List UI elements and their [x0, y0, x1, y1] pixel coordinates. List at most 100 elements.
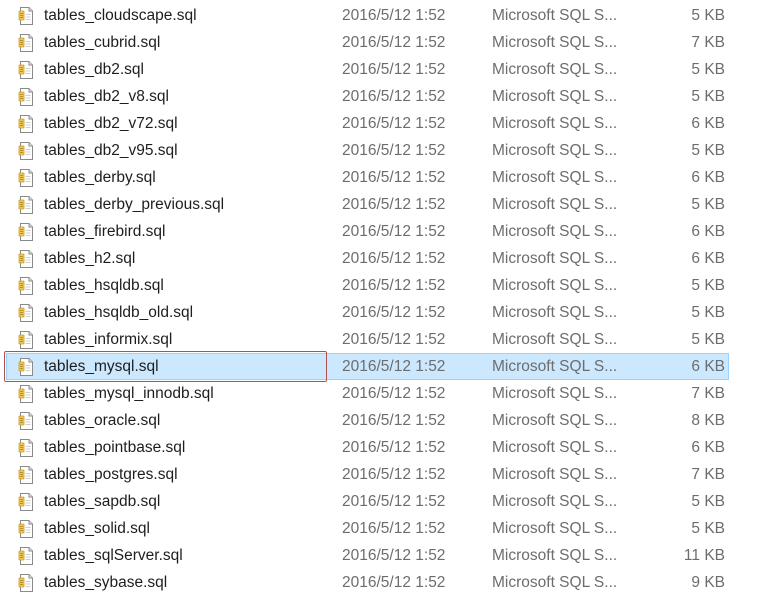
file-name: tables_hsqldb_old.sql [44, 304, 194, 321]
sql-file-icon [18, 412, 33, 430]
file-row-tables-mysql-sql[interactable]: tables_mysql.sql 2016/5/12 1:52 Microsof… [0, 351, 771, 382]
file-name: tables_db2_v8.sql [44, 88, 169, 105]
file-row-tables-db2-v8-sql[interactable]: tables_db2_v8.sql 2016/5/12 1:52 Microso… [0, 83, 771, 110]
file-type: Microsoft SQL S... [492, 412, 618, 429]
file-size: 7 KB [691, 466, 725, 483]
file-type: Microsoft SQL S... [492, 520, 618, 537]
file-type: Microsoft SQL S... [492, 88, 618, 105]
file-type: Microsoft SQL S... [492, 223, 618, 240]
file-date-modified: 2016/5/12 1:52 [342, 412, 446, 429]
file-size: 5 KB [691, 7, 725, 24]
file-size: 6 KB [691, 439, 725, 456]
file-name: tables_informix.sql [44, 331, 173, 348]
file-date-modified: 2016/5/12 1:52 [342, 385, 446, 402]
sql-file-icon [18, 547, 33, 565]
file-size: 5 KB [691, 61, 725, 78]
file-type: Microsoft SQL S... [492, 34, 618, 51]
sql-file-icon [18, 34, 33, 52]
sql-file-icon [18, 439, 33, 457]
file-type: Microsoft SQL S... [492, 385, 618, 402]
file-name: tables_mysql.sql [44, 358, 159, 375]
file-size: 6 KB [691, 115, 725, 132]
file-date-modified: 2016/5/12 1:52 [342, 169, 446, 186]
file-type: Microsoft SQL S... [492, 277, 618, 294]
sql-file-icon [18, 574, 33, 592]
file-name: tables_sybase.sql [44, 574, 168, 591]
file-type: Microsoft SQL S... [492, 250, 618, 267]
file-row-tables-derby-sql[interactable]: tables_derby.sql 2016/5/12 1:52 Microsof… [0, 164, 771, 191]
file-row-tables-sqlserver-sql[interactable]: tables_sqlServer.sql 2016/5/12 1:52 Micr… [0, 542, 771, 569]
file-date-modified: 2016/5/12 1:52 [342, 574, 446, 591]
file-row-tables-hsqldb-old-sql[interactable]: tables_hsqldb_old.sql 2016/5/12 1:52 Mic… [0, 299, 771, 326]
file-size: 11 KB [683, 547, 725, 564]
file-name: tables_sqlServer.sql [44, 547, 183, 564]
file-size: 7 KB [691, 385, 725, 402]
file-type: Microsoft SQL S... [492, 115, 618, 132]
file-date-modified: 2016/5/12 1:52 [342, 142, 446, 159]
sql-file-icon [18, 385, 33, 403]
file-name: tables_solid.sql [44, 520, 150, 537]
sql-file-icon [18, 493, 33, 511]
file-name: tables_h2.sql [44, 250, 136, 267]
file-row-tables-firebird-sql[interactable]: tables_firebird.sql 2016/5/12 1:52 Micro… [0, 218, 771, 245]
sql-file-icon [18, 466, 33, 484]
file-size: 5 KB [691, 277, 725, 294]
file-row-tables-mysql-innodb-sql[interactable]: tables_mysql_innodb.sql 2016/5/12 1:52 M… [0, 380, 771, 407]
sql-file-icon [18, 196, 33, 214]
file-size: 6 KB [691, 169, 725, 186]
sql-file-icon [18, 358, 33, 376]
file-type: Microsoft SQL S... [492, 466, 618, 483]
sql-file-icon [18, 250, 33, 268]
file-name: tables_db2_v72.sql [44, 115, 178, 132]
file-name: tables_db2_v95.sql [44, 142, 178, 159]
file-row-tables-sapdb-sql[interactable]: tables_sapdb.sql 2016/5/12 1:52 Microsof… [0, 488, 771, 515]
file-row-tables-solid-sql[interactable]: tables_solid.sql 2016/5/12 1:52 Microsof… [0, 515, 771, 542]
sql-file-icon [18, 520, 33, 538]
file-date-modified: 2016/5/12 1:52 [342, 466, 446, 483]
file-type: Microsoft SQL S... [492, 358, 618, 375]
file-date-modified: 2016/5/12 1:52 [342, 223, 446, 240]
sql-file-icon [18, 277, 33, 295]
file-date-modified: 2016/5/12 1:52 [342, 196, 446, 213]
file-row-tables-cloudscape-sql[interactable]: tables_cloudscape.sql 2016/5/12 1:52 Mic… [0, 2, 771, 29]
sql-file-icon [18, 7, 33, 25]
file-type: Microsoft SQL S... [492, 7, 618, 24]
file-name: tables_firebird.sql [44, 223, 166, 240]
file-date-modified: 2016/5/12 1:52 [342, 34, 446, 51]
file-date-modified: 2016/5/12 1:52 [342, 439, 446, 456]
sql-file-icon [18, 304, 33, 322]
file-list: tables_cloudscape.sql 2016/5/12 1:52 Mic… [0, 2, 771, 596]
file-size: 5 KB [691, 142, 725, 159]
file-row-tables-hsqldb-sql[interactable]: tables_hsqldb.sql 2016/5/12 1:52 Microso… [0, 272, 771, 299]
file-row-tables-db2-v72-sql[interactable]: tables_db2_v72.sql 2016/5/12 1:52 Micros… [0, 110, 771, 137]
file-name: tables_sapdb.sql [44, 493, 161, 510]
file-date-modified: 2016/5/12 1:52 [342, 358, 446, 375]
file-row-tables-derby-previous-sql[interactable]: tables_derby_previous.sql 2016/5/12 1:52… [0, 191, 771, 218]
sql-file-icon [18, 331, 33, 349]
file-row-tables-pointbase-sql[interactable]: tables_pointbase.sql 2016/5/12 1:52 Micr… [0, 434, 771, 461]
file-row-tables-oracle-sql[interactable]: tables_oracle.sql 2016/5/12 1:52 Microso… [0, 407, 771, 434]
file-row-tables-informix-sql[interactable]: tables_informix.sql 2016/5/12 1:52 Micro… [0, 326, 771, 353]
file-size: 7 KB [691, 34, 725, 51]
sql-file-icon [18, 142, 33, 160]
sql-file-icon [18, 61, 33, 79]
file-row-tables-cubrid-sql[interactable]: tables_cubrid.sql 2016/5/12 1:52 Microso… [0, 29, 771, 56]
file-date-modified: 2016/5/12 1:52 [342, 250, 446, 267]
file-row-tables-postgres-sql[interactable]: tables_postgres.sql 2016/5/12 1:52 Micro… [0, 461, 771, 488]
file-row-tables-db2-v95-sql[interactable]: tables_db2_v95.sql 2016/5/12 1:52 Micros… [0, 137, 771, 164]
file-size: 6 KB [691, 358, 725, 375]
file-date-modified: 2016/5/12 1:52 [342, 304, 446, 321]
file-row-tables-db2-sql[interactable]: tables_db2.sql 2016/5/12 1:52 Microsoft … [0, 56, 771, 83]
file-type: Microsoft SQL S... [492, 574, 618, 591]
file-name: tables_pointbase.sql [44, 439, 186, 456]
file-type: Microsoft SQL S... [492, 196, 618, 213]
file-name: tables_derby.sql [44, 169, 156, 186]
file-row-tables-h2-sql[interactable]: tables_h2.sql 2016/5/12 1:52 Microsoft S… [0, 245, 771, 272]
file-date-modified: 2016/5/12 1:52 [342, 493, 446, 510]
file-size: 5 KB [691, 304, 725, 321]
file-type: Microsoft SQL S... [492, 547, 618, 564]
file-size: 9 KB [691, 574, 725, 591]
file-date-modified: 2016/5/12 1:52 [342, 277, 446, 294]
file-row-tables-sybase-sql[interactable]: tables_sybase.sql 2016/5/12 1:52 Microso… [0, 569, 771, 596]
file-type: Microsoft SQL S... [492, 493, 618, 510]
